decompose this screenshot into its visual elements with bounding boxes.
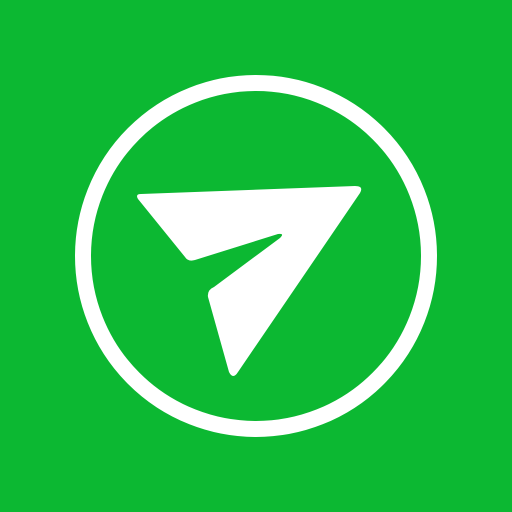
app-icon[interactable]: [0, 0, 512, 512]
app-icon-graphic: [0, 0, 512, 512]
